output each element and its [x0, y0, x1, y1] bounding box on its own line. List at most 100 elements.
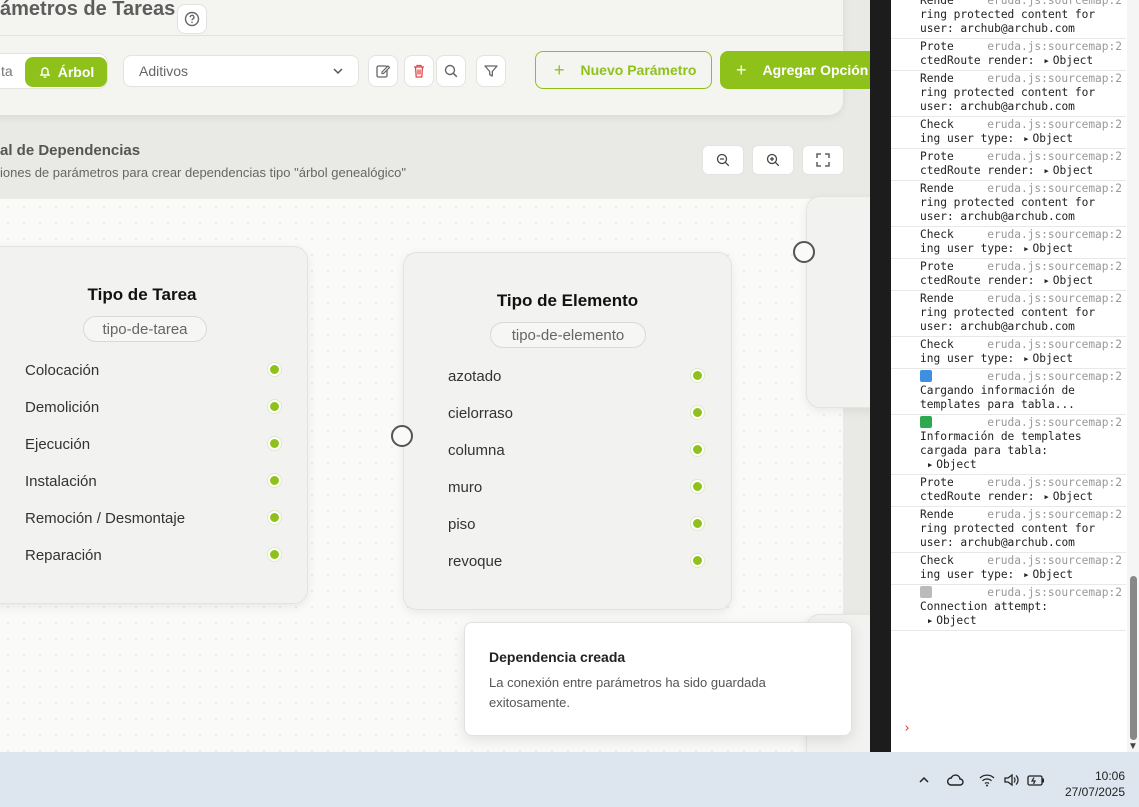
- console-entry: Prote eruda.js:sourcemap:2 ctedRoute rende…: [891, 149, 1126, 181]
- zoom-in-icon: [766, 153, 780, 167]
- console-source-link[interactable]: eruda.js:sourcemap:2: [987, 182, 1122, 196]
- toolbar: ta Árbol Aditivos + Nuevo Parámetro + Ag…: [0, 50, 870, 90]
- node-input-handle[interactable]: [391, 425, 413, 447]
- fullscreen-button[interactable]: [802, 145, 844, 175]
- cloud-icon[interactable]: [946, 773, 964, 787]
- console-entry-prefix: Check: [920, 338, 954, 351]
- option-handle[interactable]: [691, 480, 704, 493]
- node-partial[interactable]: [806, 196, 870, 408]
- console-entry-header: eruda.js:sourcemap:2: [920, 416, 1122, 430]
- console-object-toggle[interactable]: Object: [1045, 274, 1093, 288]
- battery-icon[interactable]: [1027, 773, 1045, 787]
- console-object-toggle[interactable]: Object: [1045, 490, 1093, 504]
- view-tree-option[interactable]: Árbol: [25, 57, 107, 87]
- scroll-down-arrow-icon[interactable]: ▼: [1128, 741, 1138, 752]
- trash-icon: [414, 64, 424, 78]
- volume-icon[interactable]: [1003, 773, 1019, 787]
- console-entry: Prote eruda.js:sourcemap:2 ctedRoute rende…: [891, 475, 1126, 507]
- system-clock[interactable]: 10:06 27/07/2025: [1065, 768, 1125, 800]
- console-entry-header: Prote eruda.js:sourcemap:2: [920, 260, 1122, 274]
- help-button[interactable]: [177, 4, 207, 34]
- console-object-toggle[interactable]: Object: [928, 458, 1122, 472]
- console-prompt[interactable]: ›: [903, 722, 911, 736]
- console-object-toggle[interactable]: Object: [1045, 54, 1093, 68]
- console-source-link[interactable]: eruda.js:sourcemap:2: [987, 72, 1122, 86]
- view-toggle: ta Árbol: [0, 53, 108, 89]
- console-object-toggle[interactable]: Object: [1024, 242, 1073, 256]
- node-input-handle[interactable]: [793, 241, 815, 263]
- node-tipo-de-tarea[interactable]: Tipo de Tarea tipo-de-tarea Colocación D…: [0, 246, 308, 604]
- console-object-toggle[interactable]: Object: [928, 614, 1122, 628]
- console-source-link[interactable]: eruda.js:sourcemap:2: [987, 338, 1122, 352]
- console-source-link[interactable]: eruda.js:sourcemap:2: [987, 416, 1122, 430]
- option-handle[interactable]: [691, 443, 704, 456]
- console-message: ctedRoute render:: [920, 490, 1035, 503]
- console-source-link[interactable]: eruda.js:sourcemap:2: [987, 260, 1122, 274]
- option-handle[interactable]: [268, 511, 281, 524]
- section-title: al de Dependencias: [0, 142, 141, 159]
- status-badge-icon: [920, 416, 932, 428]
- option-handle[interactable]: [691, 406, 704, 419]
- filter-button[interactable]: [476, 55, 506, 87]
- option-handle[interactable]: [691, 369, 704, 382]
- option-handle[interactable]: [691, 554, 704, 567]
- plus-icon: +: [736, 59, 747, 80]
- option-handle[interactable]: [691, 517, 704, 530]
- console-entry-header: Check eruda.js:sourcemap:2: [920, 118, 1122, 132]
- console-entry-text: ctedRoute render: Object: [920, 164, 1122, 178]
- console-source-link[interactable]: eruda.js:sourcemap:2: [987, 40, 1122, 54]
- option-handle[interactable]: [268, 474, 281, 487]
- console-entry-header: eruda.js:sourcemap:2: [920, 586, 1122, 600]
- console-source-link[interactable]: eruda.js:sourcemap:2: [987, 370, 1122, 384]
- view-list-option[interactable]: ta: [1, 63, 13, 79]
- parameters-panel: ámetros de Tareas ta Árbol Aditivos + Nu…: [0, 0, 870, 115]
- option-label: cielorraso: [448, 405, 514, 422]
- chevron-up-icon[interactable]: [918, 774, 930, 786]
- zoom-out-button[interactable]: [702, 145, 744, 175]
- option-handle[interactable]: [268, 548, 281, 561]
- console-entry: Prote eruda.js:sourcemap:2 ctedRoute rende…: [891, 259, 1126, 291]
- node-title: Tipo de Elemento: [496, 291, 639, 310]
- add-option-label: Agregar Opción: [762, 62, 869, 78]
- parameter-select[interactable]: Aditivos: [123, 55, 359, 87]
- console-source-link[interactable]: eruda.js:sourcemap:2: [987, 228, 1122, 242]
- console-object-toggle[interactable]: Object: [1024, 132, 1073, 146]
- console-entry-text: ing user type: Object: [920, 242, 1122, 256]
- option-label: Ejecución: [25, 436, 91, 453]
- node-slug: tipo-de-elemento: [490, 322, 646, 348]
- console-object-toggle[interactable]: Object: [1024, 568, 1073, 582]
- node-tipo-de-elemento[interactable]: Tipo de Elemento tipo-de-elemento azotad…: [403, 252, 732, 610]
- console-source-link[interactable]: eruda.js:sourcemap:2: [987, 292, 1122, 306]
- zoom-in-button[interactable]: [752, 145, 794, 175]
- option-handle[interactable]: [268, 363, 281, 376]
- search-button[interactable]: [436, 55, 466, 87]
- wifi-icon[interactable]: [979, 773, 995, 787]
- new-parameter-label: Nuevo Parámetro: [580, 62, 697, 78]
- new-parameter-button[interactable]: + Nuevo Parámetro: [535, 51, 712, 89]
- console-entry-prefix: Prote: [920, 150, 954, 163]
- console-source-link[interactable]: eruda.js:sourcemap:2: [987, 586, 1122, 600]
- console-source-link[interactable]: eruda.js:sourcemap:2: [987, 118, 1122, 132]
- console-scrollbar[interactable]: ▼: [1127, 0, 1139, 752]
- delete-button[interactable]: [404, 55, 434, 87]
- scrollbar-thumb[interactable]: [1130, 576, 1137, 740]
- console-entry: Check eruda.js:sourcemap:2ing user type: O…: [891, 337, 1126, 369]
- option-label: revoque: [448, 553, 503, 570]
- add-option-button[interactable]: + Agregar Opción: [720, 51, 870, 89]
- console-object-toggle[interactable]: Object: [1045, 164, 1093, 178]
- filter-icon: [484, 65, 498, 77]
- console-entry-text: ing user type: Object: [920, 352, 1122, 366]
- node-title: Tipo de Tarea: [87, 285, 197, 304]
- edit-button[interactable]: [368, 55, 398, 87]
- option-handle[interactable]: [268, 437, 281, 450]
- option-label: Instalación: [25, 473, 97, 490]
- console-object-toggle[interactable]: Object: [1024, 352, 1073, 366]
- console-source-link[interactable]: eruda.js:sourcemap:2: [987, 476, 1122, 490]
- option-handle[interactable]: [268, 400, 281, 413]
- console-entry-header: Rende eruda.js:sourcemap:2: [920, 292, 1122, 306]
- console-entry-header: Prote eruda.js:sourcemap:2: [920, 476, 1122, 490]
- console-source-link[interactable]: eruda.js:sourcemap:2: [987, 150, 1122, 164]
- console-source-link[interactable]: eruda.js:sourcemap:2: [987, 0, 1122, 8]
- console-source-link[interactable]: eruda.js:sourcemap:2: [987, 554, 1122, 568]
- console-source-link[interactable]: eruda.js:sourcemap:2: [987, 508, 1122, 522]
